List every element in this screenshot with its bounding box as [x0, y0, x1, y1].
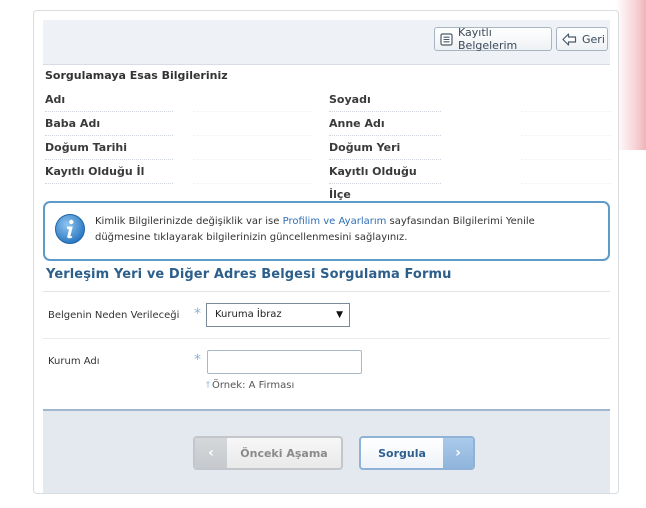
- info-row: Doğum Tarihi Doğum Yeri: [43, 136, 611, 160]
- father-name-label: Baba Adı: [45, 112, 173, 136]
- query-button[interactable]: Sorgula ›: [359, 436, 475, 470]
- chevron-left-icon: ‹: [195, 438, 227, 468]
- back-arrow-icon: [562, 32, 577, 46]
- info-row: Kayıtlı Olduğu İl Kayıtlı Olduğu İlçe: [43, 160, 611, 201]
- hint-text: Örnek: A Firması: [212, 380, 295, 391]
- last-name-label: Soyadı: [329, 88, 441, 112]
- previous-step-label: Önceki Aşama: [240, 446, 328, 460]
- reason-select[interactable]: Kuruma İbraz ▼: [206, 303, 350, 327]
- back-label: Geri: [582, 32, 605, 46]
- info-row: Baba Adı Anne Adı: [43, 112, 611, 136]
- back-button[interactable]: Geri: [556, 27, 608, 51]
- form-title-divider: [43, 291, 610, 292]
- form-title: Yerleşim Yeri ve Diğer Adres Belgesi Sor…: [46, 267, 452, 282]
- profile-settings-link[interactable]: Profilim ve Ayarlarım: [283, 216, 387, 227]
- form-row-divider: [43, 338, 610, 339]
- previous-step-button[interactable]: ‹ Önceki Aşama: [193, 436, 343, 470]
- institution-label: Kurum Adı: [48, 356, 100, 367]
- hint-mark: †: [206, 380, 210, 389]
- institution-input[interactable]: [207, 350, 362, 374]
- birth-place-value: [521, 136, 611, 160]
- reason-label: Belgenin Neden Verileceği: [48, 310, 180, 321]
- registered-province-value: [193, 160, 311, 184]
- info-section-title: Sorgulamaya Esas Bilgileriniz: [45, 69, 228, 82]
- first-name-label: Adı: [45, 88, 173, 112]
- notice-text-before: Kimlik Bilgilerinizde değişiklik var ise: [95, 216, 283, 227]
- info-icon: [54, 213, 86, 249]
- chevron-right-icon: ›: [443, 438, 473, 468]
- saved-documents-button[interactable]: Kayıtlı Belgelerim: [434, 26, 552, 52]
- birth-place-label: Doğum Yeri: [329, 136, 441, 160]
- registered-district-label: Kayıtlı Olduğu İlçe: [329, 160, 441, 201]
- reason-selected-value: Kuruma İbraz: [215, 309, 282, 320]
- query-panel: Kayıtlı Belgelerim Geri Sorgulamaya Esas…: [33, 10, 619, 494]
- profile-update-notice: Kimlik Bilgilerinizde değişiklik var ise…: [43, 201, 610, 261]
- institution-hint: † Örnek: A Firması: [206, 380, 294, 391]
- saved-documents-label: Kayıtlı Belgelerim: [458, 26, 518, 52]
- dropdown-arrow-icon: ▼: [336, 310, 343, 320]
- reason-required-mark: *: [194, 306, 201, 322]
- mother-name-label: Anne Adı: [329, 112, 441, 136]
- form-footer: ‹ Önceki Aşama Sorgula ›: [43, 409, 610, 493]
- document-list-icon: [440, 32, 453, 46]
- notice-text: Kimlik Bilgilerinizde değişiklik var ise…: [95, 214, 590, 246]
- mother-name-value: [521, 112, 611, 136]
- toolbar: Kayıtlı Belgelerim Geri: [43, 20, 610, 65]
- last-name-value: [521, 88, 611, 112]
- info-row: Adı Soyadı: [43, 88, 611, 112]
- father-name-value: [193, 112, 311, 136]
- first-name-value: [193, 88, 311, 112]
- registered-district-value: [521, 160, 611, 184]
- birth-date-value: [193, 136, 311, 160]
- birth-date-label: Doğum Tarihi: [45, 136, 173, 160]
- institution-required-mark: *: [194, 352, 201, 368]
- page-edge-accent: [616, 0, 646, 150]
- query-label: Sorgula: [378, 446, 426, 460]
- registered-province-label: Kayıtlı Olduğu İl: [45, 160, 173, 184]
